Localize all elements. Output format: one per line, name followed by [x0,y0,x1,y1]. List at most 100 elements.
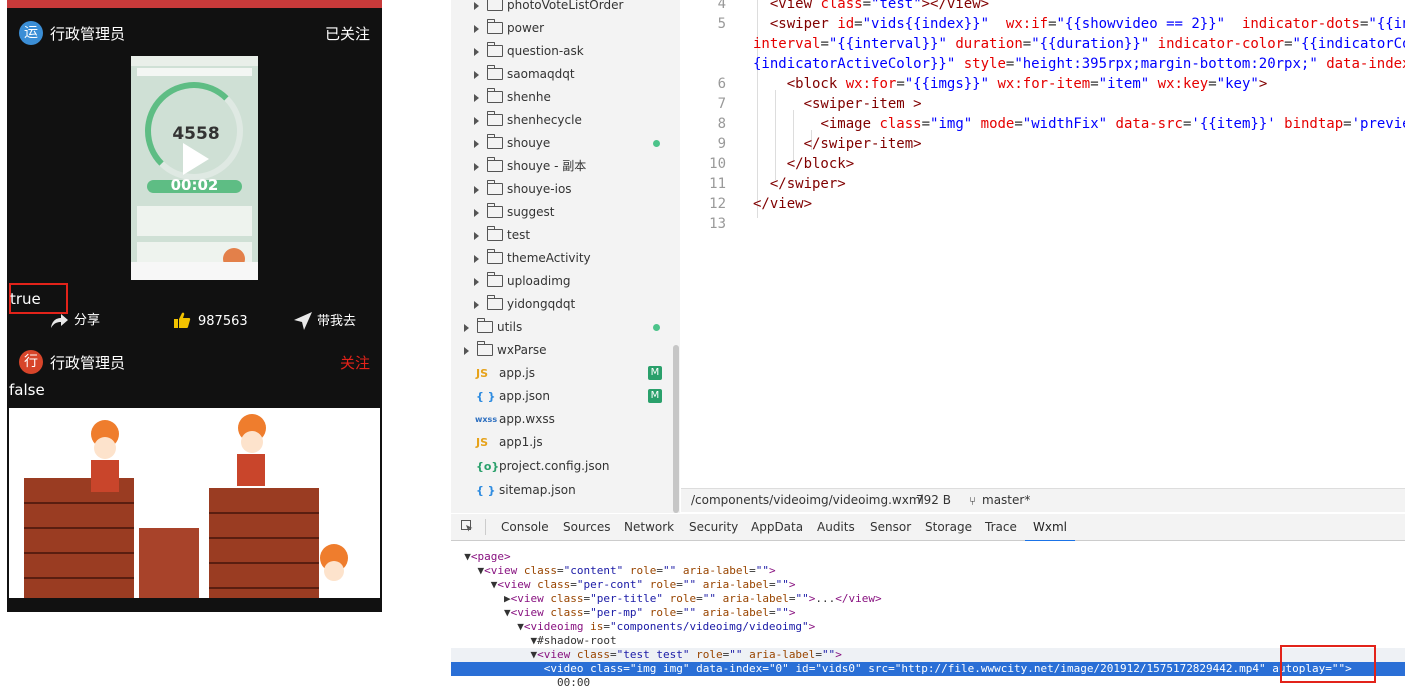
devtools-tabbar: Console Sources Network Security AppData… [451,514,1405,542]
show-video-flag: false [9,381,45,399]
video-player[interactable]: 4558 00:02 [131,56,258,280]
tree-folder[interactable]: suggest [451,201,680,224]
tree-file[interactable]: JS app.js M [451,362,680,385]
tree-folder[interactable]: power [451,17,680,40]
tab-wxml[interactable]: Wxml [1025,514,1075,542]
dom-node[interactable]: ▼<page> [451,550,1405,564]
tree-file[interactable]: {o} project.config.json [451,455,680,478]
tree-folder[interactable]: yidongqdqt [451,293,680,316]
tab-audits[interactable]: Audits [817,514,855,540]
dom-node[interactable]: 00:00 [451,676,1405,690]
phone-screen: 运 行政管理员 已关注 4558 00:02 true 分享 987563 带我… [7,0,382,612]
dom-node[interactable]: ▼<view class="per-mp" role="" aria-label… [451,606,1405,620]
folder-label: themeActivity [507,251,591,265]
tree-folder[interactable]: utils [451,316,680,339]
tab-appdata[interactable]: AppData [751,514,803,540]
folder-label: utils [497,320,523,334]
highlight-box [1280,645,1376,683]
play-icon[interactable] [183,143,209,175]
config-file-icon: {o} [476,460,500,473]
share-label[interactable]: 分享 [74,312,100,330]
git-branch[interactable]: master* [982,489,1030,512]
tab-network[interactable]: Network [624,514,674,540]
line-number: 12 [709,196,726,212]
navigate-icon[interactable] [293,311,313,331]
tree-folder[interactable]: photoVoteListOrder [451,0,680,17]
js-file-icon: JS [476,436,489,449]
tree-scrollbar[interactable] [673,345,679,513]
dom-node[interactable]: ▼<view class="test test" role="" aria-la… [451,648,1405,662]
file-label: project.config.json [499,459,610,473]
file-label: app.json [499,389,550,403]
avatar[interactable]: 运 [19,21,43,45]
dom-node-selected[interactable]: <video class="img img" data-index="0" id… [451,662,1405,676]
folder-label: uploadimg [507,274,571,288]
folder-label: shouye [507,136,551,150]
tree-file[interactable]: { } sitemap.json [451,479,680,502]
tree-folder[interactable]: shouye [451,132,680,155]
code-line: interval="{{interval}}" duration="{{dura… [753,36,1405,52]
code-line: </swiper> [769,176,846,192]
tree-folder[interactable]: shouye-ios [451,178,680,201]
line-number: 8 [717,116,726,132]
tree-file[interactable]: JS app1.js [451,431,680,454]
file-label: app.js [499,366,535,380]
tree-folder[interactable]: wxParse [451,339,680,362]
code-line: </view> [753,196,813,212]
post-image[interactable] [9,408,380,598]
followed-button[interactable]: 已关注 [325,22,370,46]
tree-file[interactable]: wxss app.wxss [451,408,680,431]
dom-node[interactable]: ▼<videoimg is="components/videoimg/video… [451,620,1405,634]
editor-status-bar: /components/videoimg/videoimg.wxml 792 B… [681,488,1405,512]
tree-folder[interactable]: question-ask [451,40,680,63]
code-line: </block> [786,156,855,172]
modified-dot [653,140,660,147]
tab-security[interactable]: Security [689,514,738,540]
tree-folder[interactable]: shouye - 副本 [451,155,680,178]
folder-label: wxParse [497,343,547,357]
tab-storage[interactable]: Storage [925,514,972,540]
code-editor[interactable]: 4 <view class="test"></view> 5 <swiper i… [681,0,1405,488]
wxml-dom-tree[interactable]: ▼<page> ▼<view class="content" role="" a… [451,541,1405,693]
dom-node[interactable]: ▼<view class="content" role="" aria-labe… [451,564,1405,578]
line-number: 4 [717,0,726,12]
tree-folder[interactable]: uploadimg [451,270,680,293]
video-duration: 00:02 [170,176,219,194]
follow-button[interactable]: 关注 [340,351,370,375]
tree-folder[interactable]: saomaqdqt [451,63,680,86]
tree-folder[interactable]: themeActivity [451,247,680,270]
folder-label: test [507,228,531,242]
file-label: app.wxss [499,412,555,426]
simulator-panel: 运 行政管理员 已关注 4558 00:02 true 分享 987563 带我… [0,0,390,693]
dom-node[interactable]: ▼#shadow-root [451,634,1405,648]
navigate-label[interactable]: 带我去 [317,313,356,331]
tab-console[interactable]: Console [501,514,549,540]
file-path: /components/videoimg/videoimg.wxml [691,493,924,507]
line-number: 10 [709,156,726,172]
folder-label: shenhe [507,90,551,104]
step-count: 4558 [172,124,220,144]
avatar[interactable]: 行 [19,350,43,374]
dom-node[interactable]: ▼<view class="per-cont" role="" aria-lab… [451,578,1405,592]
code-line: <swiper id="vids{{index}}" wx:if="{{show… [769,16,1405,32]
share-icon[interactable] [49,311,69,329]
tree-folder[interactable]: shenhe [451,86,680,109]
tab-trace[interactable]: Trace [985,514,1017,540]
folder-label: yidongqdqt [507,297,576,311]
tree-folder[interactable]: shenhecycle [451,109,680,132]
thumbs-up-icon[interactable] [173,311,191,329]
username[interactable]: 行政管理员 [50,22,125,46]
code-line: <image class="img" mode="widthFix" data-… [820,116,1405,132]
tree-file[interactable]: { } app.json M [451,385,680,408]
dom-node[interactable]: ▶<view class="per-title" role="" aria-la… [451,592,1405,606]
wxss-file-icon: wxss [475,415,498,424]
tab-sensor[interactable]: Sensor [870,514,911,540]
js-file-icon: JS [476,367,489,380]
tab-sources[interactable]: Sources [563,514,610,540]
inspect-element-icon[interactable] [461,520,473,532]
code-line: {indicatorActiveColor}}" style="height:3… [753,56,1405,72]
username[interactable]: 行政管理员 [50,351,125,375]
line-number: 13 [709,216,726,232]
tree-folder[interactable]: test [451,224,680,247]
folder-label: question-ask [507,44,584,58]
